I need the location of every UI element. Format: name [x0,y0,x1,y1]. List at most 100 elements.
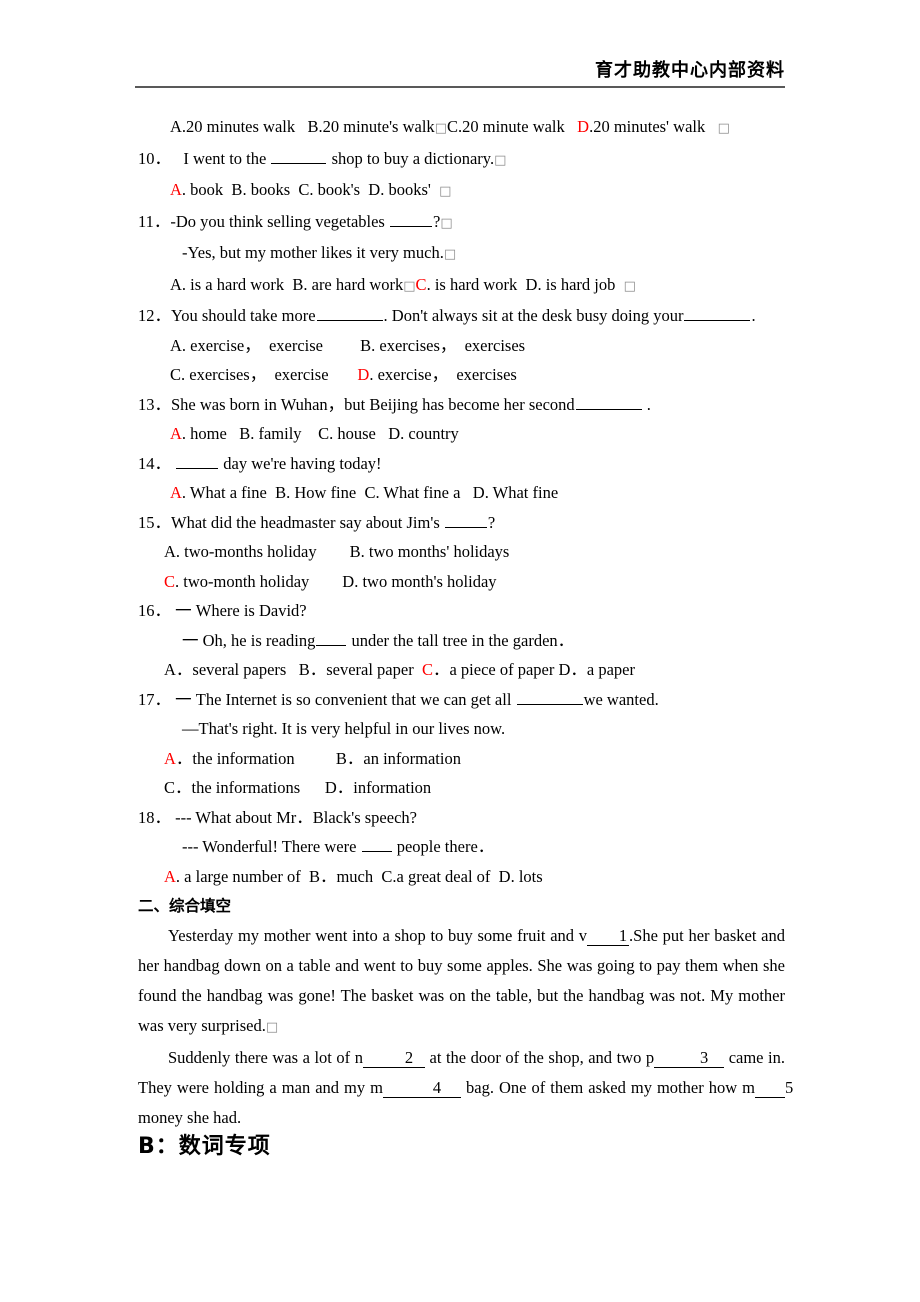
option-d-label: . books' [380,180,431,199]
answer-blank [389,210,432,227]
option-a-letter: A [164,866,176,886]
option-d-label: . exercise， exercises [369,365,517,384]
dash-glyph: 一 [175,601,192,620]
question-12-options-row1: A. exercise， exercise B. exercises， exer… [0,331,920,361]
question-15-options-row1: A. two-months holiday B. two months' hol… [0,537,920,567]
option-b-label: . books [242,180,291,199]
option-b-label: B. two months' holidays [349,542,510,561]
option-a-label: ．the information [175,748,295,768]
question-18-stem: 18． --- What about Mr．Black's speech? [0,803,920,833]
page-header: 育才助教中心内部资料 [135,58,785,89]
answer-blank [176,452,219,469]
option-a-label: A. is a hard work [170,274,285,294]
option-d-label: D. lots [498,866,543,886]
option-c-label: . is hard work [426,274,518,294]
option-a-letter: A [170,483,182,502]
dash-glyph: 一 [175,689,192,709]
option-c-label: C.a great deal of [381,866,491,886]
option-d-label: . What fine [484,483,559,502]
option-c-letter: C [415,274,427,294]
question-number: 10． [138,148,171,168]
question-15-stem: 15．What did the headmaster say about Jim… [0,508,920,538]
question-number: 13． [138,394,171,414]
question-text: The Internet is so convenient that we ca… [191,689,516,709]
answer-blank [361,835,392,852]
passage-text: at the door of the shop, and two p [424,1048,655,1067]
option-a-letter: A [170,180,182,199]
unknown-glyph-box: □ [717,121,730,136]
question-text: She was born in Wuhan，but Beijing has be… [171,394,575,414]
question-number: 14． [138,453,171,473]
cloze-blank-5: 5 [755,1079,793,1098]
option-d-label: D．information [324,778,432,797]
option-a-label: . What a fine [181,483,267,502]
unknown-glyph-box: □ [439,184,452,199]
option-c-letter: C [164,571,176,591]
reply-text: Oh, he is reading [198,630,316,650]
option-a-label: A. two-months holiday [164,542,317,561]
document-page: 育才助教中心内部资料 A.20 minutes walk B.20 minute… [0,0,920,1302]
option-c-label: . two-month holiday [175,571,310,591]
question-11-stem: 11．-Do you think selling vegetables ?□ [0,207,920,239]
option-b-letter: B [275,483,287,502]
reply-text-tail: people there． [392,837,495,856]
question-text: You should take more [171,306,316,325]
option-d-letter: D [388,424,401,443]
question-17-stem: 17． 一 The Internet is so convenient that… [0,685,920,715]
reply-text-tail: under the tall tree in the garden． [347,630,575,650]
option-b-letter: B [239,424,251,443]
option-d-label: . country [400,424,459,443]
option-a-label: . home [181,424,227,443]
question-13-options: A. home B. family C. house D. country [0,419,920,449]
option-a-label: . book [181,180,224,199]
option-d-label: D. two month's holiday [342,571,497,591]
question-10-stem: 10． I went to the shop to buy a dictiona… [0,144,920,176]
option-a-label: A．several papers [164,660,287,679]
option-d-label: D．a paper [558,660,635,679]
unknown-glyph-box: □ [623,278,636,294]
option-b-label: B. exercises， exercises [360,335,526,355]
unknown-glyph-box: □ [403,278,416,294]
option-d-letter: D [577,117,590,136]
question-text-tail: we wanted. [583,689,659,709]
option-c-letter: C [298,180,310,199]
question-text-tail: shop to buy a dictionary. [327,148,495,168]
reply-text: —That's right. It is very helpful in our… [182,719,506,738]
cloze-blank-1: 1 [587,927,630,946]
answer-blank [271,147,327,164]
cloze-paragraph-2: Suddenly there was a lot of n2 at the do… [138,1043,793,1133]
unknown-glyph-box: □ [494,152,507,168]
reply-text: --- Wonderful! There were [182,837,361,856]
dash-glyph: 一 [182,630,199,650]
cloze-blank-4: 4 [383,1079,461,1098]
option-b-label: B．much [308,866,374,886]
unknown-glyph-box: □ [265,1020,279,1035]
question-number: 15． [138,512,171,532]
question-17-options-row1: A．the information B．an information [0,744,920,774]
question-text: I went to the [183,148,271,168]
option-c-label: . book's [309,180,361,199]
question-10-options: A. book B. books C. book's D. books' □ [0,175,920,207]
question-number: 12． [138,306,171,325]
option-b-letter: B [231,180,243,199]
cloze-blank-2: 2 [362,1049,425,1068]
question-14-stem: 14． day we're having today! [0,449,920,479]
option-a-label: . a large number of [175,866,301,886]
question-text-tail: . [642,394,651,414]
option-b-label: B．an information [335,748,461,768]
answer-blank [516,688,583,705]
question-16-options: A．several papers B．several paper C．a pie… [0,655,920,685]
option-a-letter: A [164,748,176,768]
option-c-label: ．a piece of paper [432,660,555,679]
option-a-letter: A [170,424,182,443]
question-text-mid: . Don't always sit at the desk busy doin… [383,306,684,325]
answer-blank [684,304,751,321]
question-text-tail: . [751,306,756,325]
question-18-reply: --- Wonderful! There were people there． [0,832,920,862]
option-b-label: B. are hard work [292,274,404,294]
question-18-options: A. a large number of B．much C.a great de… [0,862,920,892]
passage-text: bag. One of them asked my mother how m [461,1078,755,1097]
option-c-letter: C [318,424,330,443]
question-text: day we're having today! [219,453,382,473]
option-c-label: C.20 minute walk [446,117,565,136]
